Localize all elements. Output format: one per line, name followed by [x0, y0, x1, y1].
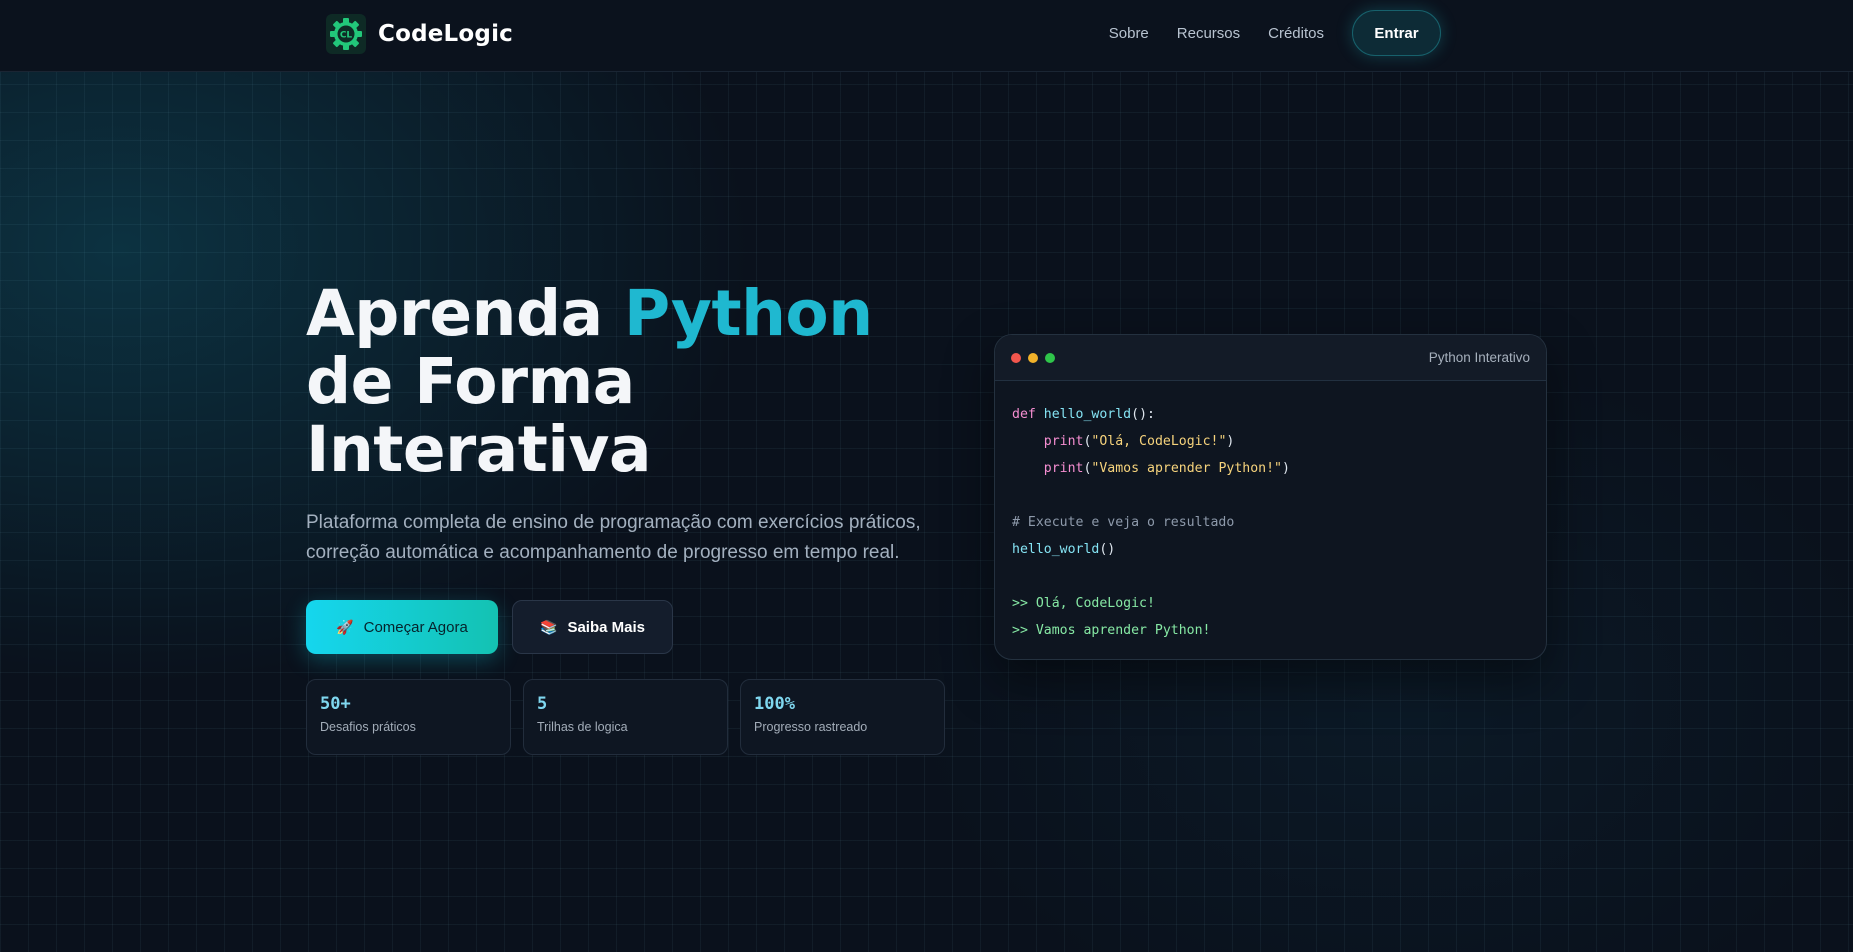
- code-builtin: print: [1043, 434, 1084, 449]
- code-line: def hello_world():: [1012, 401, 1529, 428]
- nav-link-sobre[interactable]: Sobre: [1109, 25, 1149, 42]
- rocket-icon: 🚀: [336, 619, 354, 635]
- logo-text: CL: [340, 31, 353, 41]
- maximize-dot-icon: [1045, 352, 1055, 363]
- code-string: "Olá, CodeLogic!": [1091, 434, 1227, 449]
- code-string: "Vamos aprender Python!": [1091, 461, 1282, 476]
- gear-logo-icon: CL: [330, 18, 362, 50]
- books-icon: 📚: [540, 619, 558, 635]
- login-button[interactable]: Entrar: [1352, 10, 1441, 56]
- code-line: print("Olá, CodeLogic!"): [1012, 428, 1529, 455]
- main-nav: Sobre Recursos Créditos Entrar: [1109, 10, 1441, 56]
- code-window-titlebar: Python Interativo: [995, 335, 1546, 381]
- code-function-call: hello_world: [1012, 542, 1100, 557]
- stat-card: 5 Trilhas de logica: [523, 679, 728, 755]
- code-output-line: >> Vamos aprender Python!: [1012, 617, 1529, 644]
- stat-card: 50+ Desafios práticos: [306, 679, 511, 755]
- code-punctuation: (): [1099, 542, 1116, 557]
- stats-row: 50+ Desafios práticos 5 Trilhas de logic…: [306, 679, 966, 755]
- nav-link-creditos[interactable]: Créditos: [1268, 25, 1324, 42]
- brand[interactable]: CL CodeLogic: [326, 14, 513, 54]
- hero-title-line2: de Forma Interativa: [306, 345, 652, 486]
- stat-card: 100% Progresso rastreado: [740, 679, 945, 755]
- code-output: >> Vamos aprender Python!: [1012, 623, 1211, 638]
- learn-more-button[interactable]: 📚 Saiba Mais: [512, 600, 673, 654]
- code-line: print("Vamos aprender Python!"): [1012, 455, 1529, 482]
- nav-link-recursos[interactable]: Recursos: [1177, 25, 1240, 42]
- stat-label: Desafios práticos: [320, 720, 416, 734]
- hero-title-accent: Python: [624, 277, 873, 350]
- stat-value: 50+: [320, 694, 351, 714]
- learn-more-label: Saiba Mais: [567, 618, 645, 636]
- hero-section: Aprenda Python de Forma Interativa Plata…: [306, 280, 966, 755]
- top-navbar: CL CodeLogic Sobre Recursos Créditos Ent…: [0, 0, 1853, 72]
- stat-value: 5: [537, 694, 548, 714]
- code-window: Python Interativo def hello_world(): pri…: [994, 334, 1547, 660]
- stat-label: Trilhas de logica: [537, 720, 628, 734]
- code-comment: # Execute e veja o resultado: [1012, 515, 1235, 530]
- hero-title: Aprenda Python de Forma Interativa: [306, 280, 966, 484]
- code-output-line: >> Olá, CodeLogic!: [1012, 590, 1529, 617]
- code-line: # Execute e veja o resultado: [1012, 509, 1529, 536]
- start-now-button[interactable]: 🚀 Começar Agora: [306, 600, 498, 654]
- hero-actions: 🚀 Começar Agora 📚 Saiba Mais: [306, 600, 966, 654]
- code-punctuation: ): [1281, 461, 1290, 476]
- hero-title-part1: Aprenda: [306, 277, 625, 350]
- hero-subtitle: Plataforma completa de ensino de program…: [306, 512, 921, 563]
- brand-name: CodeLogic: [378, 21, 513, 47]
- code-punctuation: ): [1226, 434, 1235, 449]
- code-line: hello_world(): [1012, 536, 1529, 563]
- code-keyword: def: [1012, 407, 1036, 422]
- start-now-label: Começar Agora: [363, 618, 468, 636]
- close-dot-icon: [1011, 352, 1021, 363]
- stat-value: 100%: [754, 694, 795, 714]
- stat-label: Progresso rastreado: [754, 720, 868, 734]
- code-window-title: Python Interativo: [1428, 350, 1530, 365]
- code-output: >> Olá, CodeLogic!: [1012, 596, 1155, 611]
- minimize-dot-icon: [1028, 352, 1038, 363]
- window-controls: [1011, 352, 1055, 363]
- code-block: def hello_world(): print("Olá, CodeLogic…: [995, 381, 1546, 659]
- code-function-name: hello_world: [1043, 407, 1132, 422]
- code-punctuation: ():: [1131, 407, 1155, 422]
- code-builtin: print: [1043, 461, 1084, 476]
- logo: CL: [326, 14, 366, 54]
